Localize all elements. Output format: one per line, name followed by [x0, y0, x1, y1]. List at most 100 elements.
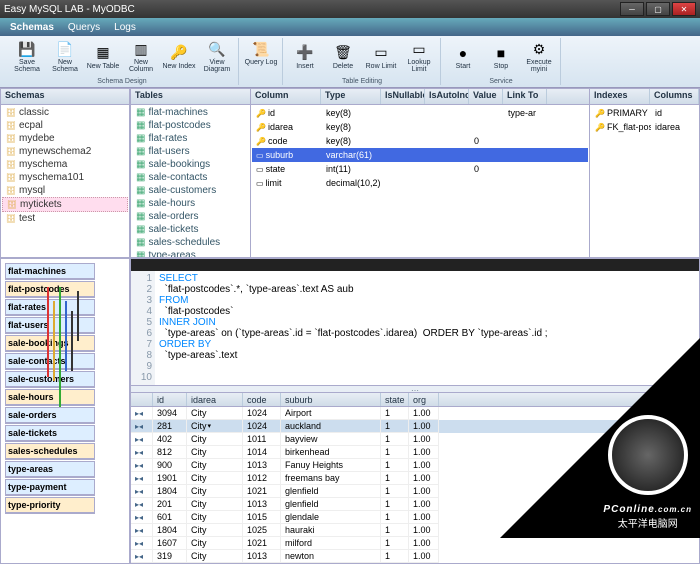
row-icon: ▸◂	[135, 552, 143, 561]
ribbon-new-column[interactable]: ▥New Column	[123, 38, 159, 74]
database-icon: 🗄	[6, 173, 16, 183]
ribbon-lookup-limit[interactable]: ▭Lookup Limit	[401, 38, 437, 74]
column-header[interactable]: IsNullable	[381, 89, 425, 104]
table-icon: ▦	[136, 120, 145, 131]
column-header[interactable]: Link To	[503, 89, 547, 104]
result-row[interactable]: ▸◂3094City1024Airport11.00	[131, 407, 699, 420]
column-row[interactable]: ▭suburbvarchar(61)	[252, 148, 588, 162]
ribbon-query-log[interactable]: 📜Query Log	[243, 38, 279, 67]
view-diagram-icon: 🔍	[207, 39, 227, 59]
index-row[interactable]: 🔑PRIMARYid	[591, 106, 698, 120]
ribbon-execute-myini[interactable]: ⚙Execute myini	[521, 38, 557, 74]
table-item[interactable]: ▦sale-bookings	[132, 158, 249, 171]
database-icon: 🗄	[6, 108, 16, 118]
result-header[interactable]: idarea	[187, 393, 243, 406]
database-icon: 🗄	[6, 186, 16, 196]
database-icon: 🗄	[6, 134, 16, 144]
schema-item[interactable]: 🗄myschema	[2, 158, 128, 171]
table-item[interactable]: ▦flat-postcodes	[132, 119, 249, 132]
database-icon: 🗄	[6, 121, 16, 131]
result-header[interactable]: org	[409, 393, 439, 406]
table-item[interactable]: ▦type-areas	[132, 249, 249, 257]
table-item[interactable]: ▦sale-contacts	[132, 171, 249, 184]
columns-header-row: ColumnTypeIsNullableIsAutoIncValueLink T…	[251, 89, 589, 105]
query-editor[interactable]: 1 2 3 4 5 6 7 8 9 10 SELECT `flat-postco…	[131, 271, 699, 385]
ribbon-new-index[interactable]: 🔑New Index	[161, 38, 197, 74]
table-icon: ▦	[136, 172, 145, 183]
result-header[interactable]: suburb	[281, 393, 381, 406]
column-header[interactable]: Column	[251, 89, 321, 104]
table-icon: ▦	[136, 250, 145, 257]
index-row[interactable]: 🔑FK_flat-postcodeidarea	[591, 120, 698, 134]
tab-logs[interactable]: Logs	[114, 22, 136, 33]
result-header[interactable]: state	[381, 393, 409, 406]
database-icon: 🗄	[6, 147, 16, 157]
schema-item[interactable]: 🗄mytickets	[2, 197, 128, 212]
tables-header: Tables	[131, 89, 250, 105]
schema-item[interactable]: 🗄mynewschema2	[2, 145, 128, 158]
ribbon-new-table[interactable]: ▦New Table	[85, 38, 121, 74]
column-type-icon: 🔑	[256, 123, 266, 132]
diagram-pane: flat-machinesflat-postcodesflat-ratesfla…	[0, 258, 130, 564]
ribbon-delete[interactable]: 🗑Delete	[325, 38, 361, 74]
column-type-icon: ▭	[256, 179, 264, 188]
column-row[interactable]: ▭stateint(11)0	[252, 162, 588, 176]
tab-schemas[interactable]: Schemas	[10, 22, 54, 33]
schema-item[interactable]: 🗄ecpal	[2, 119, 128, 132]
indexes-col-header: Indexes	[590, 89, 650, 104]
database-icon: 🗄	[7, 200, 17, 210]
column-header[interactable]: Value	[469, 89, 503, 104]
titlebar: Easy MySQL LAB - MyODBC ─ ▢ ✕	[0, 0, 700, 18]
result-header[interactable]: code	[243, 393, 281, 406]
ribbon-stop[interactable]: ■Stop	[483, 38, 519, 74]
table-icon: ▦	[136, 146, 145, 157]
result-header[interactable]: id	[153, 393, 187, 406]
indexes-list: 🔑PRIMARYid🔑FK_flat-postcodeidarea	[590, 105, 699, 257]
result-header[interactable]	[131, 393, 153, 406]
table-item[interactable]: ▦sales-schedules	[132, 236, 249, 249]
schema-item[interactable]: 🗄myschema101	[2, 171, 128, 184]
column-row[interactable]: 🔑idkey(8)type-ar	[252, 106, 588, 120]
indexes-header-row: Indexes Columns	[590, 89, 699, 105]
schema-item[interactable]: 🗄mydebe	[2, 132, 128, 145]
code-content[interactable]: SELECT `flat-postcodes`.*, `type-areas`.…	[155, 271, 699, 385]
table-item[interactable]: ▦flat-users	[132, 145, 249, 158]
table-item[interactable]: ▦flat-rates	[132, 132, 249, 145]
schema-item[interactable]: 🗄classic	[2, 106, 128, 119]
indexes-col2-header: Columns	[650, 89, 699, 104]
table-item[interactable]: ▦sale-hours	[132, 197, 249, 210]
ribbon-view-diagram[interactable]: 🔍View Diagram	[199, 38, 235, 74]
insert-icon: ➕	[295, 43, 315, 63]
row-icon: ▸◂	[135, 526, 143, 535]
execute-myini-icon: ⚙	[529, 39, 549, 59]
column-header[interactable]: IsAutoInc	[425, 89, 469, 104]
ribbon-new-schema[interactable]: 📄New Schema	[47, 38, 83, 74]
save-schema-icon: 💾	[17, 39, 37, 59]
column-row[interactable]: 🔑codekey(8)0	[252, 134, 588, 148]
tab-querys[interactable]: Querys	[68, 22, 100, 33]
schema-item[interactable]: 🗄test	[2, 212, 128, 225]
maximize-button[interactable]: ▢	[646, 2, 670, 16]
close-button[interactable]: ✕	[672, 2, 696, 16]
column-header[interactable]: Type	[321, 89, 381, 104]
result-row[interactable]: ▸◂1607City1021milford11.00	[131, 537, 699, 550]
result-row[interactable]: ▸◂319City1013newton11.00	[131, 550, 699, 563]
table-item[interactable]: ▦sale-orders	[132, 210, 249, 223]
row-icon: ▸◂	[135, 513, 143, 522]
table-item[interactable]: ▦sale-customers	[132, 184, 249, 197]
minimize-button[interactable]: ─	[620, 2, 644, 16]
ribbon: 💾Save Schema📄New Schema▦New Table▥New Co…	[0, 36, 700, 88]
ribbon-insert[interactable]: ➕Insert	[287, 38, 323, 74]
column-row[interactable]: 🔑idareakey(8)	[252, 120, 588, 134]
ribbon-start[interactable]: ●Start	[445, 38, 481, 74]
splitter[interactable]	[131, 385, 699, 393]
ribbon-save-schema[interactable]: 💾Save Schema	[9, 38, 45, 74]
query-toolbar	[131, 259, 699, 271]
column-row[interactable]: ▭limitdecimal(10,2)	[252, 176, 588, 190]
table-item[interactable]: ▦sale-tickets	[132, 223, 249, 236]
key-icon: 🔑	[595, 123, 605, 132]
columns-list: 🔑idkey(8)type-ar🔑idareakey(8)🔑codekey(8)…	[251, 105, 589, 257]
ribbon-row-limit[interactable]: ▭Row Limit	[363, 38, 399, 74]
schema-item[interactable]: 🗄mysql	[2, 184, 128, 197]
table-item[interactable]: ▦flat-machines	[132, 106, 249, 119]
